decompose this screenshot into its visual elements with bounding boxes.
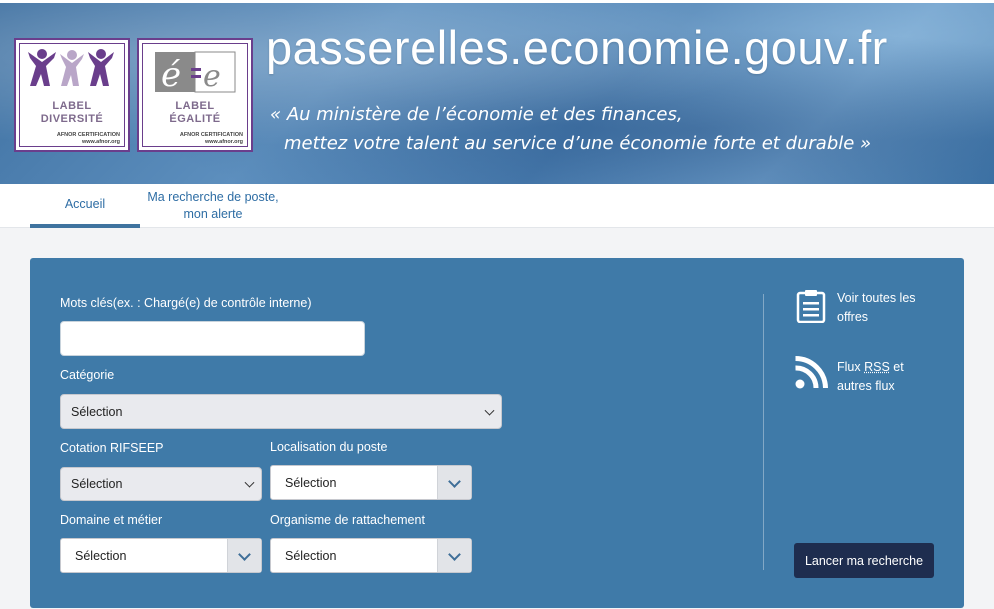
flux-rss-line2: autres flux <box>837 379 895 393</box>
label-egalite-logo: é e LABEL ÉGALITÉ AFNOR CERTIFICATION ww… <box>137 38 253 152</box>
flux-rss-link[interactable]: Flux RSS et autres flux <box>837 358 904 396</box>
organisme-label: Organisme de rattachement <box>270 513 425 527</box>
organisme-select-value: Sélection <box>285 548 337 563</box>
keywords-label: Mots clés(ex. : Chargé(e) de contrôle in… <box>60 296 312 310</box>
tab-ma-recherche[interactable]: Ma recherche de poste, mon alerte <box>142 188 284 224</box>
diversity-figures-icon <box>28 49 114 86</box>
tab-ma-recherche-label: Ma recherche de poste, mon alerte <box>147 189 278 223</box>
lancer-recherche-button[interactable]: Lancer ma recherche <box>794 543 934 578</box>
tab-accueil-label: Accueil <box>64 196 106 211</box>
search-panel: Mots clés(ex. : Chargé(e) de contrôle in… <box>30 258 964 608</box>
flux-rss-prefix: Flux <box>837 360 865 374</box>
chevron-down-icon <box>448 548 461 561</box>
svg-text:e: e <box>203 59 221 94</box>
tab-ma-recherche-line1: Ma recherche de poste, <box>147 190 279 204</box>
localisation-select-value: Sélection <box>285 475 337 490</box>
domaine-select-value: Sélection <box>75 548 127 563</box>
flux-rss-suffix: et <box>889 360 904 374</box>
label-egalite-url: www.afnor.org <box>205 139 243 145</box>
label-diversite-url: www.afnor.org <box>82 139 120 145</box>
label-egalite-line2: ÉGALITÉ <box>169 113 221 125</box>
header-banner: LABEL DIVERSITÉ AFNOR CERTIFICATION www.… <box>0 0 994 184</box>
domaine-label: Domaine et métier <box>60 513 163 527</box>
site-title[interactable]: passerelles.economie.gouv.fr <box>266 20 888 75</box>
clipboard-icon[interactable] <box>796 289 826 323</box>
localisation-select[interactable]: Sélection <box>270 465 472 500</box>
label-diversite-logo: LABEL DIVERSITÉ AFNOR CERTIFICATION www.… <box>14 38 130 152</box>
cotation-select[interactable]: Sélection <box>60 467 262 501</box>
label-egalite-line1: LABEL <box>175 100 215 112</box>
top-strip <box>0 0 994 3</box>
categorie-select-value: Sélection <box>71 404 123 419</box>
voir-offres-line2: offres <box>837 310 869 324</box>
organisme-dropdown-button[interactable] <box>437 539 471 572</box>
localisation-label: Localisation du poste <box>270 440 388 454</box>
label-diversite-cert: AFNOR CERTIFICATION <box>56 132 120 138</box>
tagline-line2: mettez votre talent au service d’une éco… <box>284 133 872 154</box>
chevron-down-icon <box>484 405 495 416</box>
categorie-select[interactable]: Sélection <box>60 394 502 429</box>
rss-icon[interactable] <box>794 356 828 390</box>
domaine-select[interactable]: Sélection <box>60 538 262 573</box>
tab-accueil[interactable]: Accueil <box>30 184 140 228</box>
tab-ma-recherche-line2: mon alerte <box>183 207 243 221</box>
categorie-label: Catégorie <box>60 368 115 382</box>
organisme-select[interactable]: Sélection <box>270 538 472 573</box>
keywords-input[interactable] <box>60 321 365 356</box>
label-diversite-line1: LABEL <box>52 100 92 112</box>
voir-offres-link[interactable]: Voir toutes les offres <box>837 289 916 327</box>
voir-offres-line1: Voir toutes les <box>837 291 916 305</box>
svg-text:é: é <box>161 55 181 95</box>
label-egalite-cert: AFNOR CERTIFICATION <box>179 132 243 138</box>
chevron-down-icon <box>244 477 255 488</box>
panel-divider <box>763 294 764 570</box>
egalite-symbol-icon: é e <box>155 51 236 95</box>
main-nav: Accueil Ma recherche de poste, mon alert… <box>0 184 994 228</box>
chevron-down-icon <box>238 548 251 561</box>
cotation-label: Cotation RIFSEEP <box>60 441 164 455</box>
rss-abbr: RSS <box>864 360 890 374</box>
domaine-dropdown-button[interactable] <box>227 539 261 572</box>
localisation-dropdown-button[interactable] <box>437 466 471 499</box>
chevron-down-icon <box>448 475 461 488</box>
label-diversite-line2: DIVERSITÉ <box>40 113 104 125</box>
tagline-line1: « Au ministère de l’économie et des fina… <box>270 104 683 125</box>
cotation-select-value: Sélection <box>71 477 123 491</box>
